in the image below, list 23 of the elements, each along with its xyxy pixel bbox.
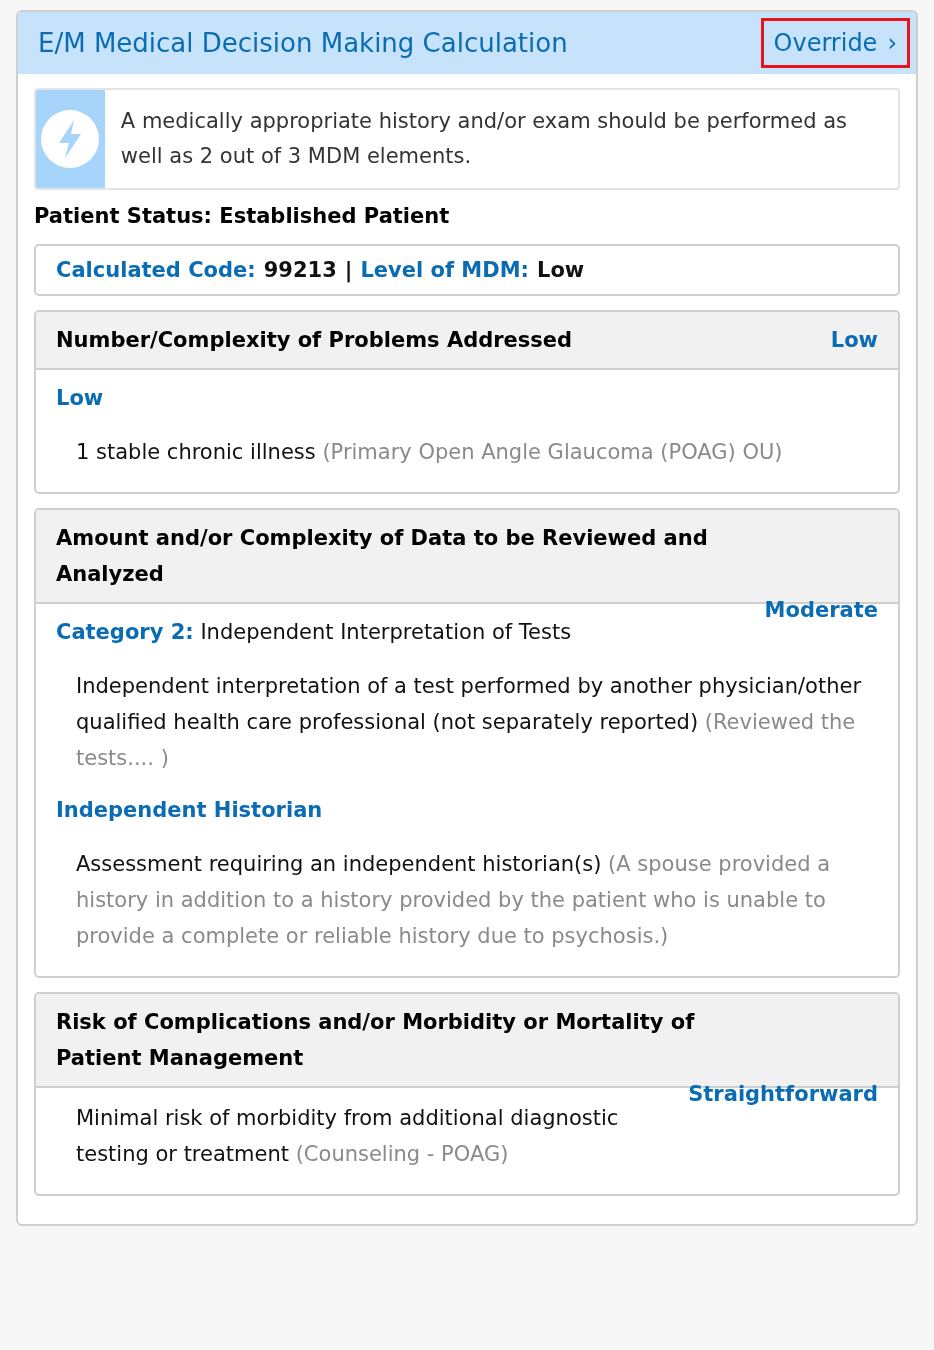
finding-text: Independent interpretation of a test performed by another physician/other qualified health care professional (not separately reported) (Reviewed the tests.... ) [75, 673, 863, 772]
finding-text: 1 stable chronic illness (Primary Open Angle Glaucoma (POAG) OU) [75, 439, 784, 466]
override-button[interactable]: Override › [760, 18, 910, 68]
notice-text: A medically appropriate history and/or exam should be performed as well as 2 out of 3 MDM elements. [119, 108, 849, 170]
code-value: 99213 [263, 258, 337, 282]
code-label: Calculated Code: [56, 258, 256, 282]
section-level: Moderate [764, 597, 878, 624]
subheading: Category 2: Independent Interpretation of Tests [56, 619, 573, 646]
subheading: Independent Historian [56, 798, 323, 822]
finding-text: Assessment requiring an independent historian(s) (A spouse provided a history in addition to a history provided by the patient who is unable to provide a complete or reliable history due to psychosis.) [75, 851, 832, 950]
section-title: Risk of Complications and/or Morbidity or Mortality of Patient Management [56, 1009, 696, 1072]
level-label: Level of MDM: [360, 258, 529, 282]
subheading: Low [56, 386, 104, 410]
section-title: Number/Complexity of Problems Addressed [56, 327, 573, 354]
section-level: Low [830, 327, 878, 354]
level-value: Low [537, 258, 585, 282]
separator: | [344, 258, 353, 282]
lightning-icon [41, 110, 100, 168]
patient-status: Patient Status: Established Patient [34, 204, 451, 228]
section-title: Amount and/or Complexity of Data to be Reviewed and Analyzed [56, 525, 709, 588]
finding-text: Minimal risk of morbidity from additional diagnostic testing or treatment (Counseling - POAG) [75, 1105, 620, 1168]
section-level: Straightforward [688, 1081, 878, 1108]
panel-title: E/M Medical Decision Making Calculation [38, 28, 568, 58]
